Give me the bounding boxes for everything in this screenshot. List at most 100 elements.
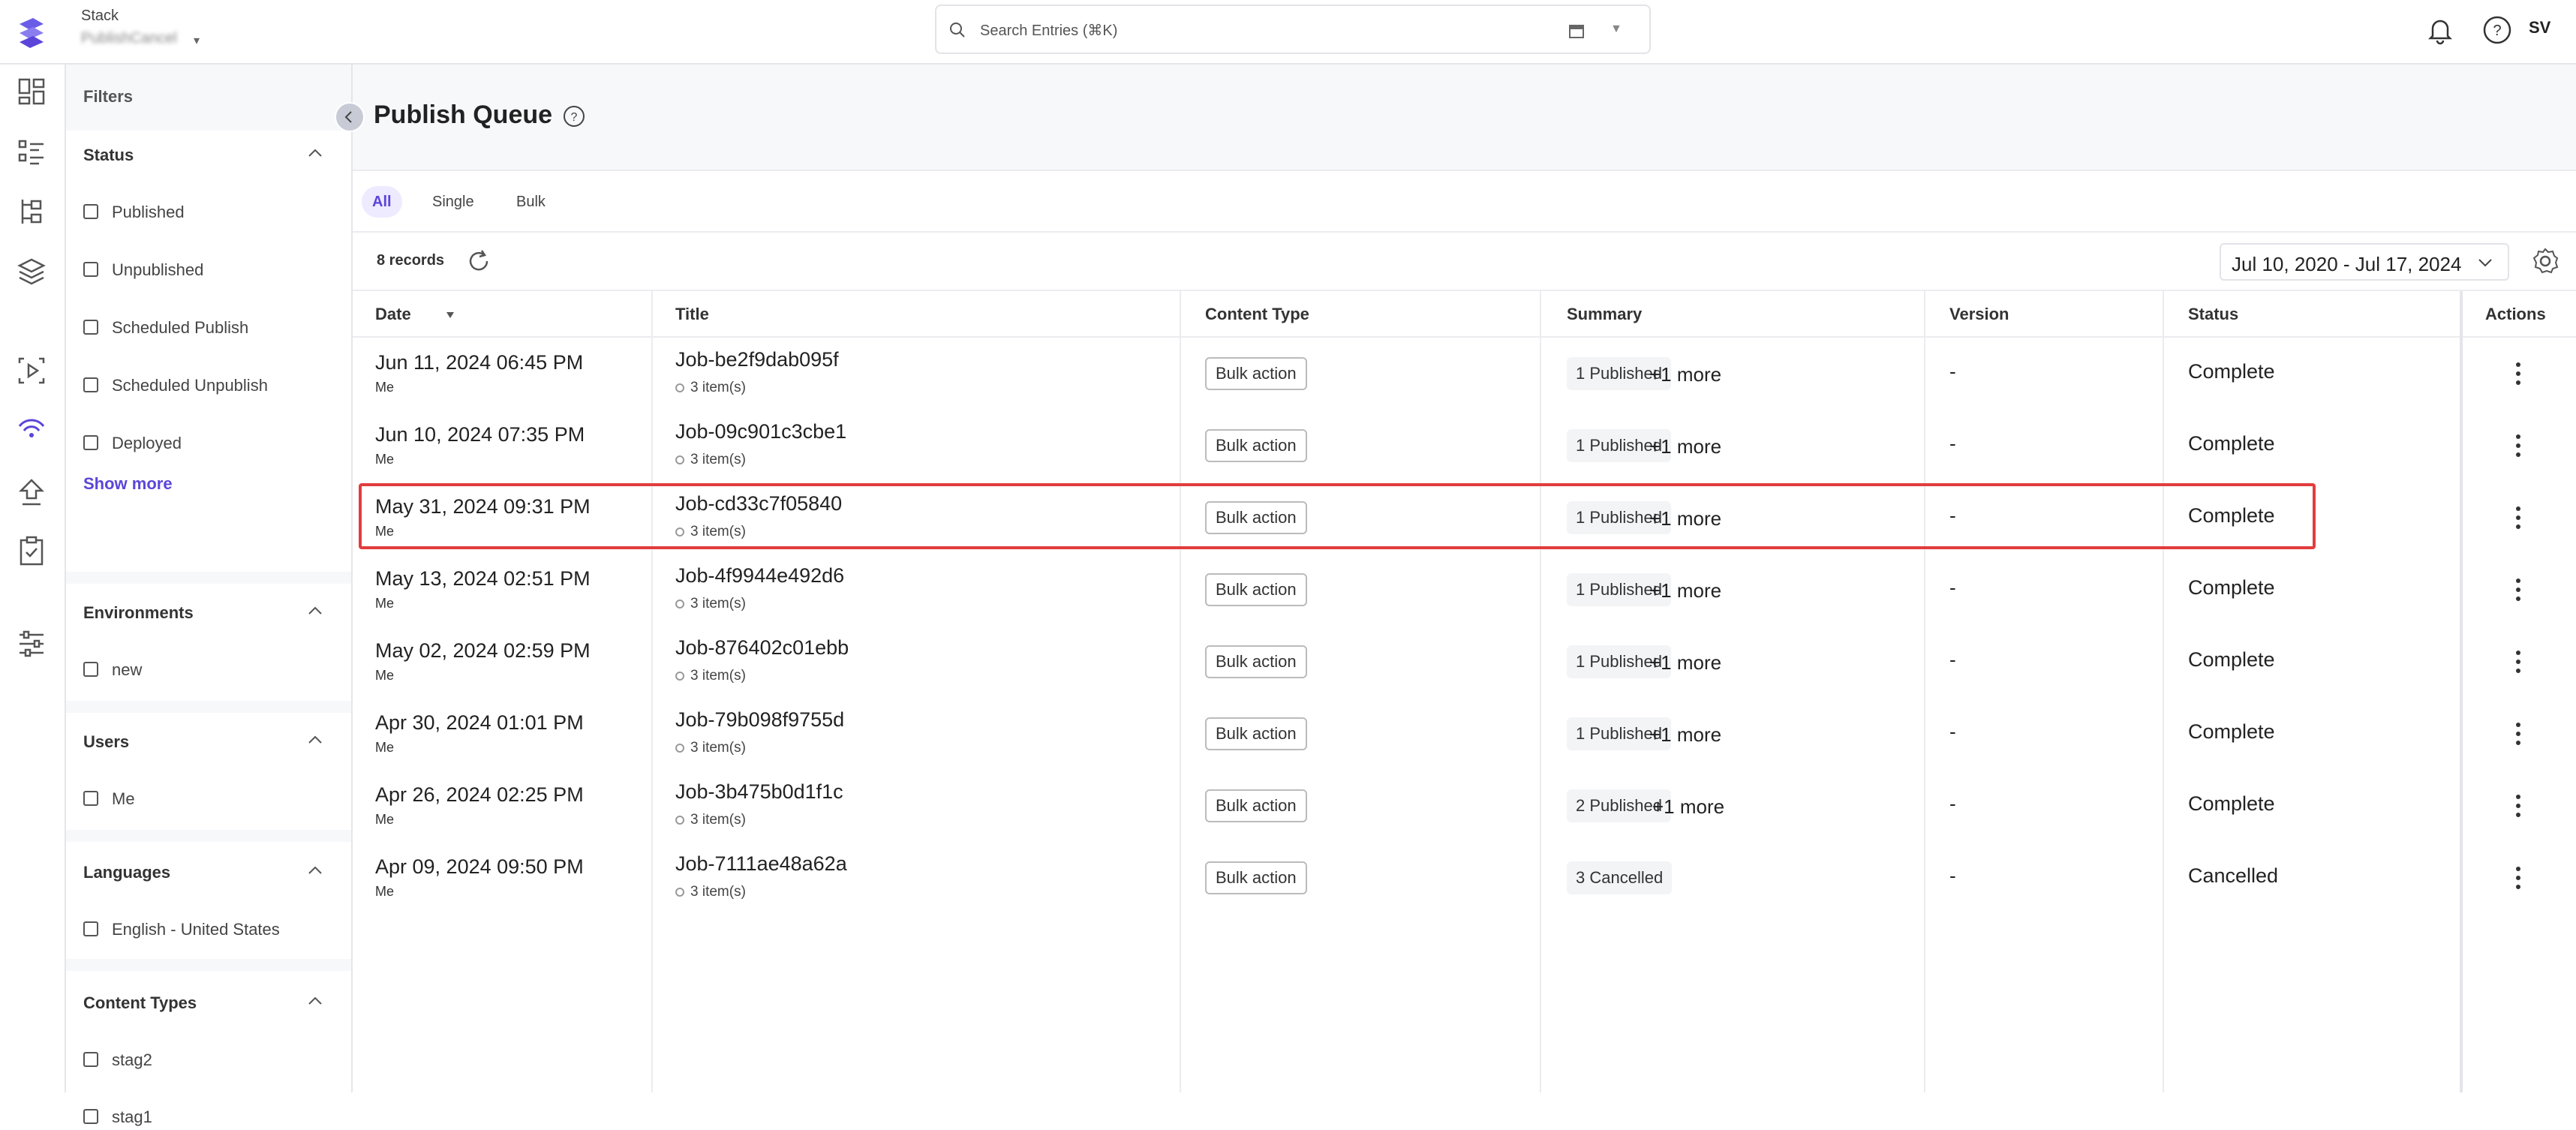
stack-name[interactable]: PublishCancel: [81, 30, 177, 47]
item-count-text: 3 item(s): [690, 668, 746, 684]
checkbox[interactable]: [83, 791, 98, 806]
content-type-badge: Bulk action: [1205, 861, 1307, 894]
row-job-title[interactable]: Job-7111ae48a62a: [675, 852, 847, 876]
collapse-filters-button[interactable]: [335, 102, 365, 132]
summary-more-link[interactable]: +1 more: [1649, 363, 1721, 386]
column-header-status: Status: [2188, 305, 2239, 323]
row-job-title[interactable]: Job-876402c01ebb: [675, 636, 849, 660]
user-avatar[interactable]: SV: [2529, 18, 2550, 38]
tab-all[interactable]: All: [362, 186, 402, 218]
row-job-title[interactable]: Job-3b475b0d1f1c: [675, 780, 843, 804]
summary-more-link[interactable]: +1 more: [1649, 651, 1721, 675]
more-vertical-icon[interactable]: [2511, 863, 2526, 893]
checkbox[interactable]: [83, 435, 98, 450]
tab-single[interactable]: Single: [422, 186, 485, 218]
date-range-picker[interactable]: Jul 10, 2020 - Jul 17, 2024: [2220, 243, 2509, 281]
table-row[interactable]: May 31, 2024 09:31 PM Me Job-cd33c7f05840 3…: [353, 482, 2576, 554]
help-icon[interactable]: ?: [561, 104, 587, 129]
table-row[interactable]: Apr 30, 2024 01:01 PM Me Job-79b098f9755d 3…: [353, 698, 2576, 770]
item-count-icon: [675, 672, 684, 681]
row-date: Apr 30, 2024 01:01 PM: [375, 711, 584, 734]
left-nav-rail: [0, 65, 66, 1092]
refresh-icon[interactable]: [465, 248, 492, 275]
checkbox[interactable]: [83, 921, 98, 936]
row-job-title[interactable]: Job-79b098f9755d: [675, 708, 844, 732]
stack-chevron-down-icon[interactable]: ▾: [194, 33, 200, 48]
checkbox[interactable]: [83, 1109, 98, 1124]
summary-more-link[interactable]: +1 more: [1652, 795, 1724, 819]
more-vertical-icon[interactable]: [2511, 431, 2526, 461]
chevron-up-icon[interactable]: [306, 863, 324, 878]
row-job-title[interactable]: Job-09c901c3cbe1: [675, 420, 846, 443]
dashboard-icon[interactable]: [15, 75, 48, 108]
deploy-icon[interactable]: [15, 476, 48, 509]
search-filter-dropdown-icon[interactable]: ▼: [1610, 23, 1622, 36]
row-version: -: [1949, 720, 1956, 743]
publish-queue-icon[interactable]: [15, 411, 48, 444]
chevron-up-icon[interactable]: [306, 993, 324, 1008]
summary-more-link[interactable]: +1 more: [1649, 723, 1721, 747]
checkbox[interactable]: [83, 204, 98, 219]
calendar-icon[interactable]: [1568, 23, 1585, 39]
search-bar[interactable]: Search Entries (⌘K) ▼: [935, 5, 1651, 54]
more-vertical-icon[interactable]: [2511, 575, 2526, 605]
highlight-box: [359, 483, 2316, 549]
more-vertical-icon[interactable]: [2511, 647, 2526, 677]
more-vertical-icon[interactable]: [2511, 791, 2526, 821]
filter-section-environments: Environments new: [66, 584, 351, 701]
table-row[interactable]: Jun 11, 2024 06:45 PM Me Job-be2f9dab095f 3…: [353, 338, 2576, 410]
summary-more-link[interactable]: +1 more: [1649, 435, 1721, 458]
row-user: Me: [375, 524, 395, 539]
checkbox[interactable]: [83, 662, 98, 677]
notifications-bell-icon[interactable]: [2424, 14, 2457, 47]
column-header-date[interactable]: Date: [375, 305, 411, 324]
more-vertical-icon[interactable]: [2511, 359, 2526, 389]
summary-more-link[interactable]: +1 more: [1649, 507, 1721, 530]
item-count-icon: [675, 455, 684, 464]
search-input[interactable]: Search Entries (⌘K): [980, 21, 1117, 40]
checkbox-label: stag1: [112, 1107, 152, 1126]
svg-text:?: ?: [571, 111, 578, 124]
chevron-up-icon[interactable]: [306, 732, 324, 747]
checkbox[interactable]: [83, 1052, 98, 1067]
table-row[interactable]: May 13, 2024 02:51 PM Me Job-4f9944e492d6 3…: [353, 554, 2576, 626]
row-version: -: [1949, 504, 1956, 527]
summary-more-link[interactable]: +1 more: [1649, 579, 1721, 603]
table-toolbar: 8 records Jul 10, 2020 - Jul 17, 2024: [353, 233, 2576, 291]
row-job-title[interactable]: Job-cd33c7f05840: [675, 492, 842, 515]
tasks-icon[interactable]: [15, 534, 48, 567]
checkbox[interactable]: [83, 377, 98, 392]
filter-environments-title: Environments: [83, 603, 194, 622]
chevron-up-icon[interactable]: [306, 603, 324, 618]
table-row[interactable]: Jun 10, 2024 07:35 PM Me Job-09c901c3cbe1 3…: [353, 410, 2576, 482]
checkbox[interactable]: [83, 262, 98, 277]
row-job-title[interactable]: Job-4f9944e492d6: [675, 564, 844, 588]
assets-icon[interactable]: [15, 255, 48, 288]
row-user: Me: [375, 884, 395, 899]
tabs: All Single Bulk: [353, 171, 2576, 233]
more-vertical-icon[interactable]: [2511, 719, 2526, 749]
row-item-count: 3 item(s): [675, 884, 746, 900]
sort-descending-icon[interactable]: [444, 309, 456, 321]
table-row[interactable]: Apr 09, 2024 09:50 PM Me Job-7111ae48a62a 3…: [353, 842, 2576, 914]
gear-icon[interactable]: [2530, 246, 2560, 276]
checkbox-label: Unpublished: [112, 260, 204, 279]
app-logo-icon[interactable]: [14, 14, 50, 50]
content-models-icon[interactable]: [15, 195, 48, 228]
help-icon[interactable]: ?: [2481, 14, 2514, 47]
show-more-link[interactable]: Show more: [83, 474, 173, 494]
checkbox[interactable]: [83, 320, 98, 335]
settings-sliders-icon[interactable]: [15, 627, 48, 660]
content-type-badge: Bulk action: [1205, 573, 1307, 606]
table-row[interactable]: Apr 26, 2024 02:25 PM Me Job-3b475b0d1f1c 3…: [353, 770, 2576, 842]
tab-bulk[interactable]: Bulk: [506, 186, 556, 218]
row-job-title[interactable]: Job-be2f9dab095f: [675, 348, 839, 371]
entries-icon[interactable]: [15, 135, 48, 168]
checkbox-label: Me: [112, 789, 135, 808]
records-count: 8 records: [377, 252, 445, 269]
table-row[interactable]: May 02, 2024 02:59 PM Me Job-876402c01ebb 3…: [353, 626, 2576, 698]
more-vertical-icon[interactable]: [2511, 503, 2526, 533]
releases-icon[interactable]: [15, 354, 48, 387]
filter-users-title: Users: [83, 732, 130, 751]
chevron-up-icon[interactable]: [306, 146, 324, 161]
